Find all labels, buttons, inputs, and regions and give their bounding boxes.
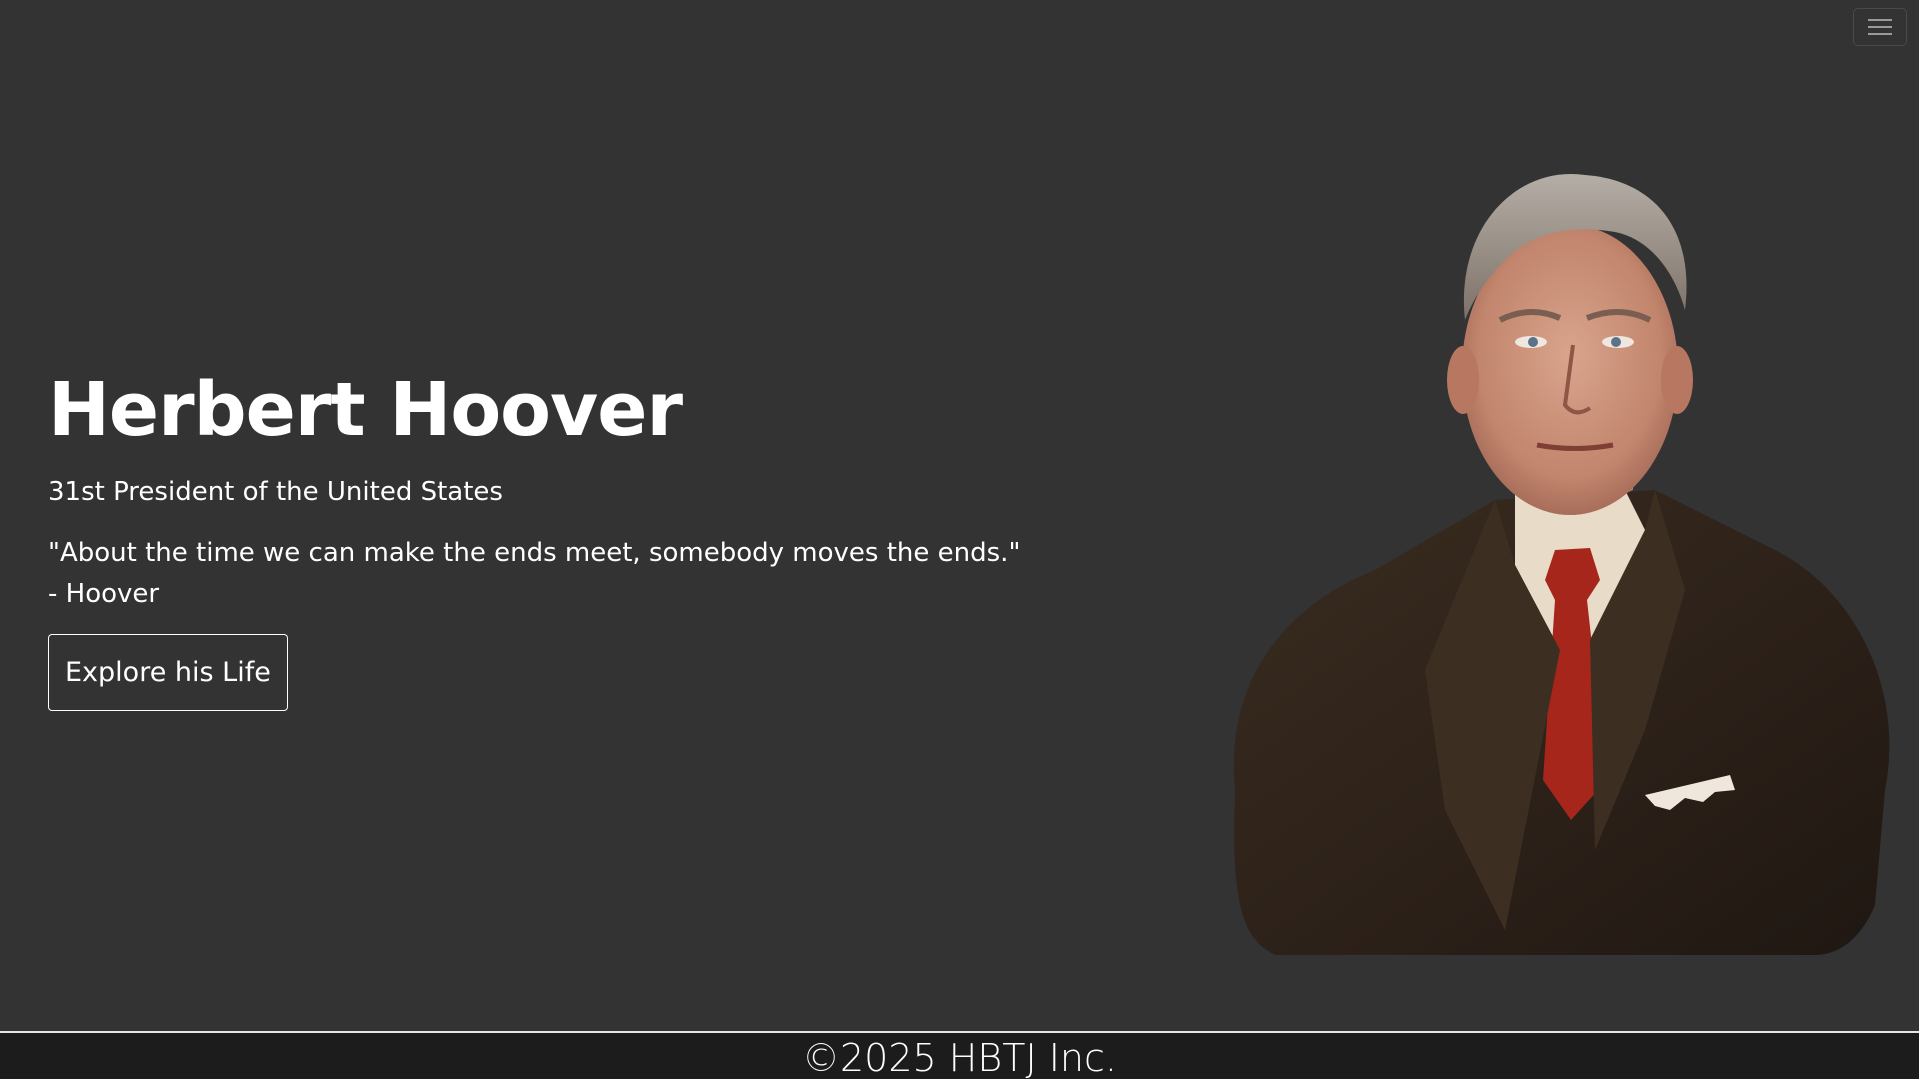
portrait-image [1215,170,1895,955]
hero-quote: "About the time we can make the ends mee… [48,533,1048,616]
page-title: Herbert Hoover [48,367,683,453]
quote-text: "About the time we can make the ends mee… [48,537,1021,568]
hero-subtitle: 31st President of the United States [48,477,503,508]
hamburger-menu-icon [1868,19,1892,35]
explore-life-button[interactable]: Explore his Life [48,633,288,711]
footer: ©2025 HBTJ Inc. [0,1031,1919,1079]
hero-section: Herbert Hoover 31st President of the Uni… [48,367,1048,711]
copyright-text: ©2025 HBTJ Inc. [801,1036,1117,1079]
page: Herbert Hoover 31st President of the Uni… [0,0,1919,1079]
quote-attribution: - Hoover [48,579,160,610]
portrait-illustration [1233,173,1890,955]
menu-toggle-button[interactable] [1853,8,1907,46]
